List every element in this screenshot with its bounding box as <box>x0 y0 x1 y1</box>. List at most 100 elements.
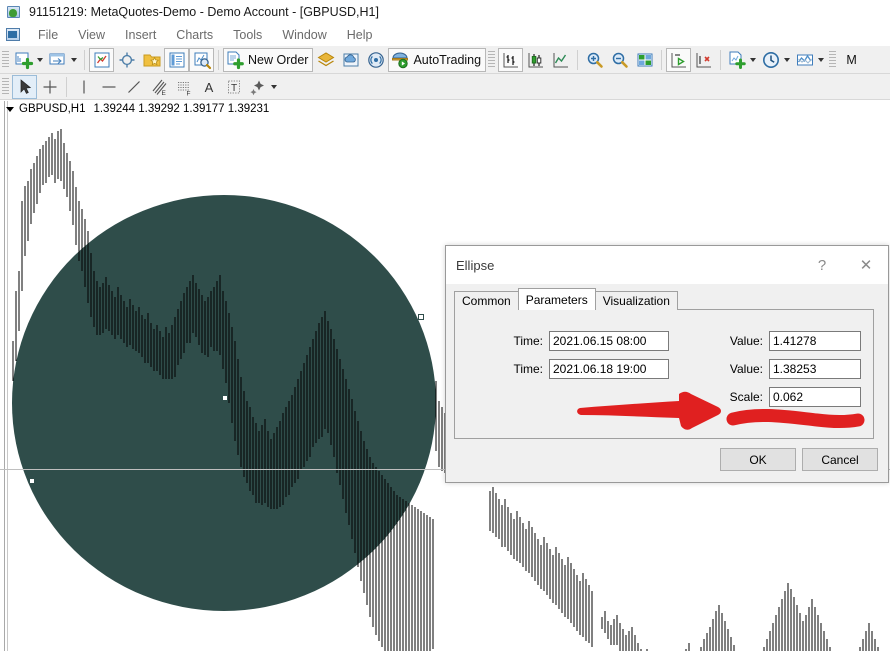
chevron-down-icon[interactable] <box>750 57 757 62</box>
strategy-tester-button[interactable] <box>189 47 214 72</box>
grid-icon <box>637 53 653 66</box>
chart-symbol-text: GBPUSD,H1 <box>19 103 86 115</box>
vertical-line-tool[interactable] <box>71 75 96 99</box>
crosshair-tool[interactable] <box>37 75 62 99</box>
autotrading-button[interactable]: AutoTrading <box>388 47 487 72</box>
chart-left-border-inner <box>7 101 8 651</box>
templates-icon <box>797 54 814 65</box>
timeframes-button[interactable] <box>759 48 793 72</box>
autotrading-icon <box>392 52 409 68</box>
new-order-button[interactable]: New Order <box>223 47 314 72</box>
crosshair-icon <box>119 52 134 67</box>
fibonacci-retracement-tool[interactable]: F <box>171 75 196 99</box>
tab-common[interactable]: Common <box>454 291 519 310</box>
time-1-label: Time: <box>513 334 543 348</box>
cloud-icon <box>343 53 359 66</box>
text-label-icon: T <box>227 80 240 94</box>
new-order-label: New Order <box>248 52 309 67</box>
navigator-folder-icon <box>143 54 160 66</box>
close-icon[interactable]: ✕ <box>844 250 888 280</box>
zoom-out-icon <box>612 52 628 68</box>
toolbar-overflow-button[interactable]: M <box>839 48 864 72</box>
chart-left-border <box>4 101 5 651</box>
menu-item-insert[interactable]: Insert <box>115 26 166 44</box>
chart-shift-button[interactable] <box>691 48 716 72</box>
ellipse-handle-center[interactable] <box>222 395 228 401</box>
chevron-down-icon[interactable] <box>784 57 791 62</box>
fibonacci-icon: F <box>177 81 190 97</box>
svg-text:E: E <box>161 90 166 97</box>
menu-item-tools[interactable]: Tools <box>223 26 272 44</box>
chevron-down-icon[interactable] <box>818 57 825 62</box>
market-watch-button[interactable] <box>89 47 114 72</box>
horizontal-line-tool[interactable] <box>96 75 121 99</box>
text-label-tool[interactable]: T <box>221 75 246 99</box>
terminal-button[interactable] <box>164 47 189 72</box>
window-titlebar: 91151219: MetaQuotes-Demo - Demo Account… <box>0 0 890 24</box>
ellipse-handle-left[interactable] <box>29 478 35 484</box>
time-1-input[interactable] <box>549 331 669 351</box>
metaeditor-icon <box>317 51 335 66</box>
trendline-tool[interactable] <box>121 75 146 99</box>
menu-item-window[interactable]: Window <box>272 26 336 44</box>
time-2-input[interactable] <box>549 359 669 379</box>
help-button[interactable]: ? <box>800 250 844 280</box>
ellipse-handle-right[interactable] <box>418 314 424 320</box>
dialog-footer: OK Cancel <box>446 440 888 482</box>
bar-chart-button[interactable] <box>498 47 524 72</box>
new-order-icon <box>227 51 244 69</box>
chart-shift-grid-button[interactable] <box>632 48 657 72</box>
chevron-down-icon[interactable] <box>71 57 77 62</box>
chart-dropdown-icon[interactable] <box>6 106 14 112</box>
templates-button[interactable] <box>793 48 827 72</box>
value-1-input[interactable] <box>769 331 861 351</box>
chevron-down-icon[interactable] <box>37 57 43 62</box>
indicators-button[interactable] <box>725 48 759 72</box>
profiles-button[interactable] <box>46 48 80 72</box>
menu-item-file[interactable]: File <box>28 26 68 44</box>
data-window-button[interactable] <box>114 48 139 72</box>
tab-visualization[interactable]: Visualization <box>594 291 678 310</box>
metaeditor-button[interactable] <box>313 48 338 72</box>
auto-scroll-icon <box>671 52 686 67</box>
strategy-tester-icon <box>194 52 211 69</box>
menu-item-help[interactable]: Help <box>337 26 383 44</box>
menu-item-view[interactable]: View <box>68 26 115 44</box>
svg-text:A: A <box>204 80 213 95</box>
toolbar-grip[interactable] <box>2 77 9 96</box>
cursor-tool[interactable] <box>12 74 37 99</box>
shapes-tool[interactable] <box>246 75 280 99</box>
value-2-label: Value: <box>729 362 763 376</box>
svg-text:F: F <box>186 90 190 97</box>
toolbar-grip[interactable] <box>488 50 496 69</box>
line-chart-button[interactable] <box>548 48 573 72</box>
mql5-community-button[interactable] <box>338 48 363 72</box>
autotrading-label: AutoTrading <box>413 52 482 67</box>
candlestick-icon <box>528 52 543 67</box>
new-chart-button[interactable] <box>12 48 46 72</box>
signals-button[interactable] <box>363 48 388 72</box>
auto-scroll-button[interactable] <box>666 47 692 72</box>
ellipse-properties-dialog[interactable]: Ellipse ? ✕ Common Parameters Visualizat… <box>445 245 889 483</box>
terminal-icon <box>169 52 184 67</box>
navigator-button[interactable] <box>139 48 164 72</box>
equidistant-channel-tool[interactable]: E <box>146 75 171 99</box>
text-tool[interactable]: A <box>196 75 221 99</box>
ok-button[interactable]: OK <box>720 448 796 471</box>
tab-parameters[interactable]: Parameters <box>517 288 596 310</box>
zoom-out-button[interactable] <box>607 48 632 72</box>
toolbar-separator <box>66 76 67 97</box>
value-2-input[interactable] <box>769 359 861 379</box>
candlestick-chart-button[interactable] <box>523 48 548 72</box>
zoom-in-button[interactable] <box>582 48 607 72</box>
cancel-button[interactable]: Cancel <box>802 448 878 471</box>
toolbar-grip[interactable] <box>829 50 837 69</box>
toolbar-grip[interactable] <box>2 50 9 69</box>
scale-input[interactable] <box>769 387 861 407</box>
signals-icon <box>368 51 384 68</box>
window-title: 91151219: MetaQuotes-Demo - Demo Account… <box>29 4 379 19</box>
menu-item-charts[interactable]: Charts <box>166 26 223 44</box>
chevron-down-icon[interactable] <box>271 84 277 89</box>
line-chart-icon <box>553 52 568 67</box>
dialog-title: Ellipse <box>456 257 495 273</box>
